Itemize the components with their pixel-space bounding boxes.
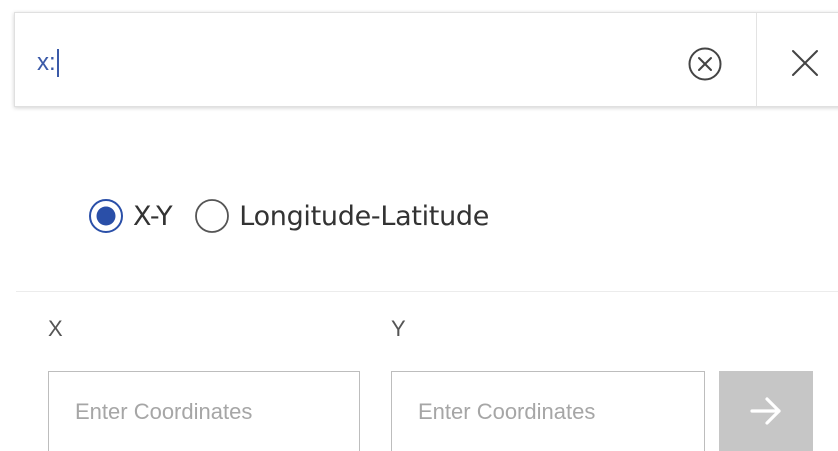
y-field-label: Y xyxy=(391,316,406,341)
radio-option-longitude-latitude[interactable]: Longitude-Latitude xyxy=(194,198,489,234)
x-field-label: X xyxy=(48,316,63,341)
radio-label-longitude-latitude: Longitude-Latitude xyxy=(239,200,490,232)
circle-x-icon xyxy=(688,47,722,81)
close-icon xyxy=(792,50,818,76)
radio-option-x-y[interactable]: X-Y xyxy=(88,198,173,234)
radio-selected-icon[interactable] xyxy=(88,198,124,234)
x-coordinate-input[interactable] xyxy=(48,371,360,451)
close-button[interactable] xyxy=(783,41,827,85)
go-button[interactable] xyxy=(719,371,813,451)
arrow-right-icon xyxy=(750,397,781,425)
search-input[interactable]: x: xyxy=(37,49,59,77)
radio-unselected-icon[interactable] xyxy=(194,198,230,234)
y-coordinate-input[interactable] xyxy=(391,371,705,451)
section-divider xyxy=(16,291,838,292)
clear-search-button[interactable] xyxy=(685,44,725,84)
text-caret xyxy=(56,49,59,77)
coordinate-mode-radio-group: X-Y Longitude-Latitude xyxy=(88,196,489,236)
search-input-value: x: xyxy=(37,49,56,76)
radio-label-x-y: X-Y xyxy=(133,200,173,232)
locate-coordinates-panel: x: X-Y Longitude-Latitude X Y Enter Coor… xyxy=(0,0,838,451)
search-bar: x: xyxy=(14,12,838,107)
search-bar-divider xyxy=(756,13,757,106)
